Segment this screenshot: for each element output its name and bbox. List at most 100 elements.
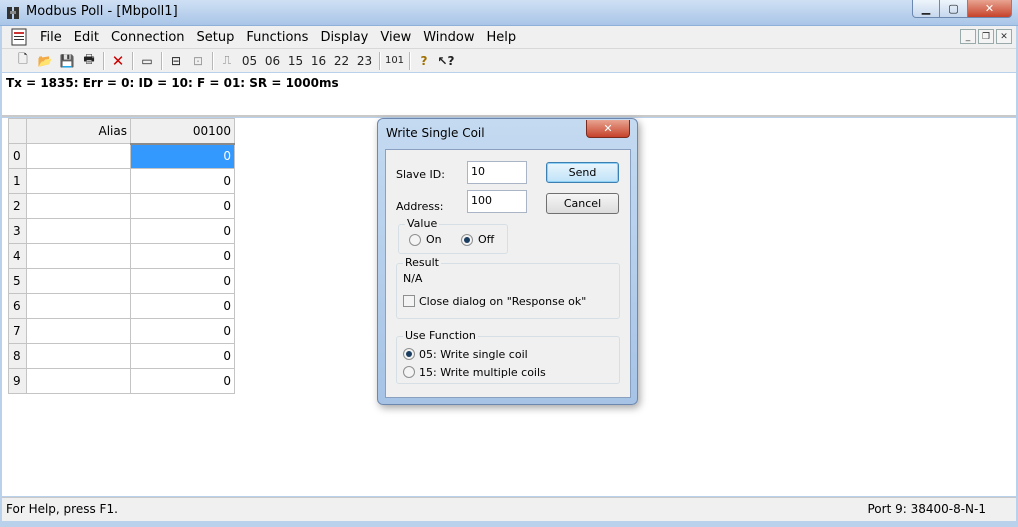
modbus-app-icon	[7, 7, 19, 19]
fc-06-button[interactable]: 06	[261, 50, 284, 72]
fc-15-button[interactable]: 15	[284, 50, 307, 72]
poll-status-line: Tx = 1835: Err = 0: ID = 10: F = 01: SR …	[2, 73, 1016, 117]
open-button[interactable]: 📂	[34, 50, 56, 72]
menu-help[interactable]: Help	[480, 30, 522, 45]
document-icon[interactable]	[10, 28, 28, 46]
alias-cell[interactable]	[26, 268, 131, 294]
fc-16-button[interactable]: 16	[307, 50, 330, 72]
fc-22-button[interactable]: 22	[330, 50, 353, 72]
fc-05-button[interactable]: 05	[238, 50, 261, 72]
minimize-icon: ▁	[921, 2, 931, 15]
alias-cell[interactable]	[26, 243, 131, 269]
value-cell[interactable]: 0	[130, 293, 235, 319]
fc-23-button[interactable]: 23	[353, 50, 376, 72]
dialog-title: Write Single Coil	[386, 126, 485, 140]
value-on-radio[interactable]	[409, 234, 421, 246]
table-row: 1 0	[8, 168, 235, 194]
row-index[interactable]: 6	[8, 293, 27, 319]
row-index[interactable]: 1	[8, 168, 27, 194]
alias-cell[interactable]	[26, 293, 131, 319]
address-header[interactable]: 00100	[130, 118, 235, 145]
row-index[interactable]: 0	[8, 143, 27, 169]
new-document-icon: 🗋	[18, 52, 28, 66]
disconnect-button[interactable]: ✕	[107, 50, 129, 72]
maximize-button[interactable]: ▢	[940, 0, 968, 18]
value-cell[interactable]: 0	[130, 368, 235, 394]
row-index[interactable]: 8	[8, 343, 27, 369]
menu-connection[interactable]: Connection	[105, 30, 191, 45]
row-index[interactable]: 2	[8, 193, 27, 219]
value-cell[interactable]: 0	[130, 318, 235, 344]
child-minimize-button[interactable]: _	[960, 29, 976, 44]
row-index[interactable]: 4	[8, 243, 27, 269]
send-button[interactable]: Send	[546, 162, 619, 183]
new-button[interactable]: 🗋	[12, 50, 34, 72]
menu-view[interactable]: View	[374, 30, 417, 45]
close-button[interactable]: ✕	[968, 0, 1012, 18]
row-index[interactable]: 9	[8, 368, 27, 394]
row-index[interactable]: 7	[8, 318, 27, 344]
close-icon: ✕	[603, 122, 613, 135]
value-off-radio[interactable]	[461, 234, 473, 246]
port-info: Port 9: 38400-8-N-1	[867, 502, 986, 516]
child-close-button[interactable]: ✕	[996, 29, 1012, 44]
value-on-label[interactable]: On	[426, 233, 442, 246]
menu-functions[interactable]: Functions	[240, 30, 314, 45]
minimize-button[interactable]: ▁	[912, 0, 940, 18]
fc-101-button[interactable]: 101	[383, 50, 406, 72]
row-index[interactable]: 3	[8, 218, 27, 244]
function-05-radio[interactable]	[403, 348, 415, 360]
slave-id-label: Slave ID:	[396, 168, 445, 181]
cancel-button[interactable]: Cancel	[546, 193, 619, 214]
alias-cell[interactable]	[26, 168, 131, 194]
value-cell[interactable]: 0	[130, 243, 235, 269]
toolbar-separator	[132, 51, 133, 70]
dialog-close-button[interactable]: ✕	[586, 120, 630, 138]
value-cell[interactable]: 0	[130, 143, 235, 169]
title-bar: Modbus Poll - [Mbpoll1] ▁ ▢ ✕	[0, 0, 1018, 26]
value-cell[interactable]: 0	[130, 268, 235, 294]
print-button[interactable]: 🖶	[78, 50, 100, 72]
function-15-label[interactable]: 15: Write multiple coils	[419, 366, 546, 379]
child-restore-button[interactable]: ❐	[978, 29, 994, 44]
window-icon: ▭	[141, 53, 153, 68]
alias-cell[interactable]	[26, 343, 131, 369]
alias-header[interactable]: Alias	[26, 118, 131, 144]
menu-setup[interactable]: Setup	[191, 30, 241, 45]
pulse-button[interactable]: ⎍	[216, 50, 238, 72]
value-cell[interactable]: 0	[130, 193, 235, 219]
slave-id-input[interactable]: 10	[467, 161, 527, 184]
menu-file[interactable]: File	[34, 30, 68, 45]
alias-cell[interactable]	[26, 193, 131, 219]
address-label: Address:	[396, 200, 444, 213]
menu-edit[interactable]: Edit	[68, 30, 105, 45]
alias-cell[interactable]	[26, 368, 131, 394]
table-row: 3 0	[8, 218, 235, 244]
menu-display[interactable]: Display	[314, 30, 374, 45]
menu-window[interactable]: Window	[417, 30, 480, 45]
value-group-title: Value	[405, 217, 440, 230]
value-cell[interactable]: 0	[130, 343, 235, 369]
value-off-label[interactable]: Off	[478, 233, 494, 246]
help-button[interactable]: ?	[413, 50, 435, 72]
connect-button[interactable]: ⊟	[165, 50, 187, 72]
use-function-group-title: Use Function	[403, 329, 478, 342]
function-15-radio[interactable]	[403, 366, 415, 378]
value-cell[interactable]: 0	[130, 218, 235, 244]
table-row: 4 0	[8, 243, 235, 269]
close-icon: ✕	[1000, 31, 1008, 42]
window-button[interactable]: ▭	[136, 50, 158, 72]
value-cell[interactable]: 0	[130, 168, 235, 194]
alias-cell[interactable]	[26, 143, 131, 169]
close-on-ok-checkbox[interactable]	[403, 295, 415, 307]
address-input[interactable]: 100	[467, 190, 527, 213]
save-button[interactable]: 💾	[56, 50, 78, 72]
context-help-button[interactable]: ↖?	[435, 50, 457, 72]
alias-cell[interactable]	[26, 218, 131, 244]
close-on-ok-label[interactable]: Close dialog on "Response ok"	[419, 295, 586, 308]
table-row: 2 0	[8, 193, 235, 219]
disconnect-icon-button[interactable]: ⊡	[187, 50, 209, 72]
function-05-label[interactable]: 05: Write single coil	[419, 348, 528, 361]
alias-cell[interactable]	[26, 318, 131, 344]
row-index[interactable]: 5	[8, 268, 27, 294]
